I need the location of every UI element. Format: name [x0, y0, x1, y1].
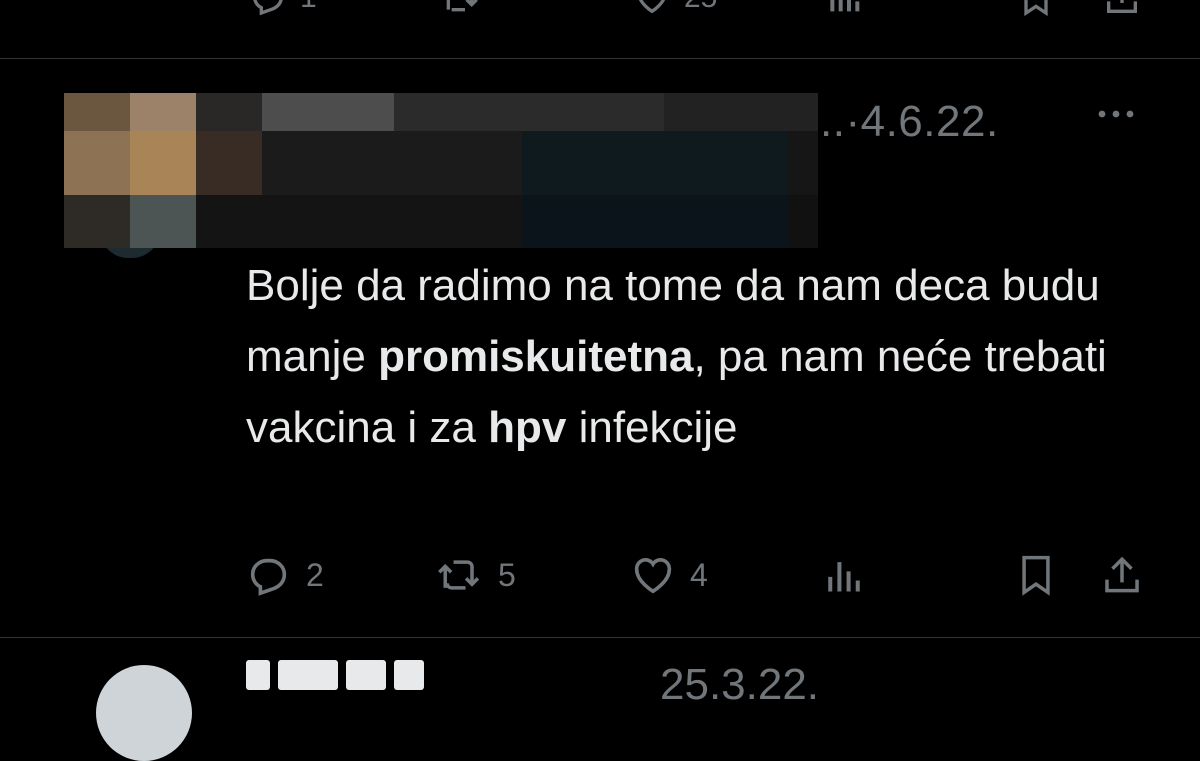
prev-like-count: 25	[684, 0, 717, 15]
retweet-button[interactable]: 5	[436, 550, 516, 600]
next-tweet-author-name[interactable]	[246, 660, 446, 700]
redacted-author-block	[64, 93, 818, 248]
views-button[interactable]	[822, 550, 866, 600]
prev-like-button[interactable]: 25	[632, 0, 717, 18]
like-count: 4	[690, 556, 708, 593]
prev-retweet-button[interactable]	[440, 0, 480, 18]
separator: ·	[845, 97, 861, 146]
previous-tweet-actions: 1 25	[0, 0, 1200, 18]
reply-icon	[248, 0, 288, 18]
prev-share-button[interactable]	[1102, 0, 1142, 18]
tweet-timestamp[interactable]: ..·4.6.22.	[820, 97, 999, 147]
share-button[interactable]	[1100, 550, 1144, 600]
more-button[interactable]	[1094, 104, 1138, 124]
divider	[0, 58, 1200, 59]
tweet-text: Bolje da radimo na tome da nam deca budu…	[246, 250, 1176, 463]
more-icon	[1094, 104, 1138, 124]
reply-button[interactable]: 2	[246, 550, 324, 600]
tweet-text-part: infekcije	[566, 403, 738, 452]
prev-views-button[interactable]	[824, 0, 864, 18]
analytics-icon	[822, 552, 866, 598]
bookmark-icon	[1014, 552, 1058, 598]
share-icon	[1102, 0, 1142, 18]
prev-reply-button[interactable]: 1	[248, 0, 317, 18]
bookmark-icon	[1016, 0, 1056, 18]
bookmark-button[interactable]	[1014, 550, 1058, 600]
prev-bookmark-button[interactable]	[1016, 0, 1056, 18]
prev-reply-count: 1	[300, 0, 317, 15]
analytics-icon	[824, 0, 864, 18]
next-tweet-timestamp[interactable]: 25.3.22.	[660, 660, 819, 710]
share-icon	[1100, 552, 1144, 598]
like-button[interactable]: 4	[630, 550, 708, 600]
retweet-icon	[440, 0, 480, 18]
tweet-date: 4.6.22.	[860, 97, 999, 146]
heart-icon	[632, 0, 672, 18]
heart-icon	[630, 552, 676, 598]
tweet-text-part-bold: promiskuitetna	[378, 332, 694, 381]
retweet-icon	[436, 552, 484, 598]
reply-icon	[246, 552, 292, 598]
ellipsis: ..	[820, 97, 846, 146]
avatar[interactable]	[96, 665, 192, 761]
retweet-count: 5	[498, 556, 516, 593]
reply-count: 2	[306, 556, 324, 593]
tweet-text-part-bold: hpv	[488, 403, 567, 452]
divider	[0, 637, 1200, 638]
